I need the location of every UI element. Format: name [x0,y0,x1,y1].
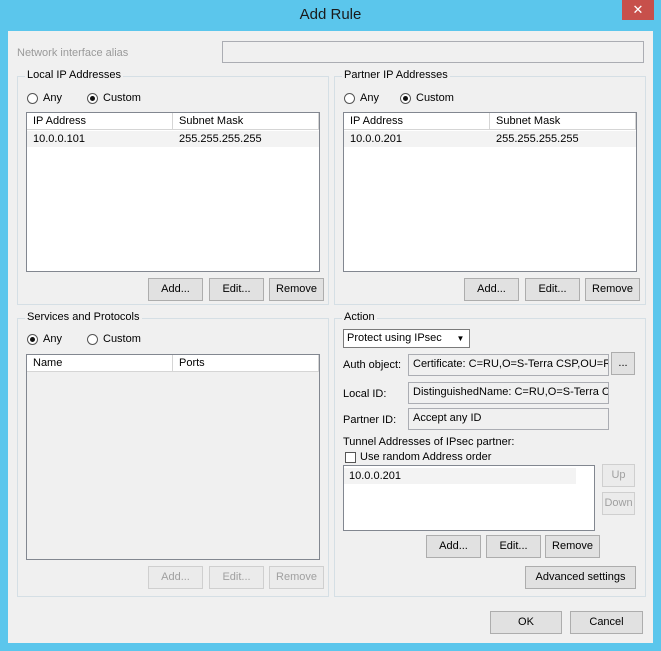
local-add-button[interactable]: Add... [148,278,203,301]
action-mode-value: Protect using IPsec [347,332,442,344]
partner-ip-group-title: Partner IP Addresses [342,69,450,81]
tunnel-remove-button[interactable]: Remove [545,535,600,558]
mask-cell: 255.255.255.255 [496,133,579,145]
local-ip-group-title: Local IP Addresses [25,69,123,81]
column-header-ip[interactable]: IP Address [344,113,490,130]
local-remove-button[interactable]: Remove [269,278,324,301]
tunnel-addresses-label: Tunnel Addresses of IPsec partner: [343,436,515,448]
radio-dot-icon [90,96,95,101]
table-row[interactable]: 10.0.0.101 255.255.255.255 [27,131,319,147]
window-title: Add Rule [299,6,362,23]
tunnel-address-list[interactable]: 10.0.0.201 [343,465,595,531]
partner-id-field[interactable]: Accept any ID [408,408,609,430]
tunnel-edit-button[interactable]: Edit... [486,535,541,558]
auth-object-field[interactable]: Certificate: C=RU,O=S-Terra CSP,OU=R [408,354,609,376]
column-header-ip[interactable]: IP Address [27,113,173,130]
action-group: Action Protect using IPsec ▼ Auth object… [334,311,646,597]
mask-cell: 255.255.255.255 [179,133,262,145]
column-header-mask[interactable]: Subnet Mask [490,113,636,130]
action-group-title: Action [342,311,377,323]
local-any-label[interactable]: Any [43,92,62,104]
services-custom-label[interactable]: Custom [103,333,141,345]
services-custom-radio[interactable] [87,334,98,345]
local-id-label: Local ID: [343,388,387,400]
column-header-name[interactable]: Name [27,355,173,372]
local-custom-radio[interactable] [87,93,98,104]
alias-input[interactable] [222,41,644,63]
partner-any-label[interactable]: Any [360,92,379,104]
local-custom-label[interactable]: Custom [103,92,141,104]
partner-ip-list[interactable]: IP Address Subnet Mask 10.0.0.201 255.25… [343,112,637,272]
title-bar: Add Rule ✕ [0,0,661,30]
alias-label: Network interface alias [17,47,129,59]
radio-dot-icon [403,96,408,101]
radio-dot-icon [30,337,35,342]
column-header-ports[interactable]: Ports [173,355,319,372]
local-any-radio[interactable] [27,93,38,104]
cancel-button[interactable]: Cancel [570,611,643,634]
close-button[interactable]: ✕ [622,0,654,20]
partner-any-radio[interactable] [344,93,355,104]
auth-object-label: Auth object: [343,359,402,371]
partner-custom-radio[interactable] [400,93,411,104]
ip-cell: 10.0.0.101 [33,133,85,145]
dialog-body: Network interface alias Local IP Address… [8,31,653,643]
ip-cell: 10.0.0.201 [350,133,402,145]
services-group-title: Services and Protocols [25,311,142,323]
random-order-checkbox[interactable] [345,452,356,463]
partner-edit-button[interactable]: Edit... [525,278,580,301]
local-id-value: DistinguishedName: C=RU,O=S-Terra CSP [413,386,609,398]
advanced-settings-button[interactable]: Advanced settings [525,566,636,589]
chevron-down-icon: ▼ [456,334,465,343]
list-item[interactable]: 10.0.0.201 [344,468,576,484]
auth-object-value: Certificate: C=RU,O=S-Terra CSP,OU=R [413,358,609,370]
services-add-button[interactable]: Add... [148,566,203,589]
partner-add-button[interactable]: Add... [464,278,519,301]
services-list[interactable]: Name Ports [26,354,320,560]
auth-browse-button[interactable]: ... [611,352,635,375]
ok-button[interactable]: OK [490,611,562,634]
partner-id-value: Accept any ID [413,412,482,424]
services-remove-button[interactable]: Remove [269,566,324,589]
services-group: Services and Protocols Any Custom Name P… [17,311,329,597]
table-row[interactable]: 10.0.0.201 255.255.255.255 [344,131,636,147]
column-header-mask[interactable]: Subnet Mask [173,113,319,130]
tunnel-add-button[interactable]: Add... [426,535,481,558]
local-edit-button[interactable]: Edit... [209,278,264,301]
local-id-field[interactable]: DistinguishedName: C=RU,O=S-Terra CSP [408,382,609,404]
partner-ip-group: Partner IP Addresses Any Custom IP Addre… [334,69,646,305]
services-any-label[interactable]: Any [43,333,62,345]
up-button[interactable]: Up [602,464,635,487]
services-edit-button[interactable]: Edit... [209,566,264,589]
services-any-radio[interactable] [27,334,38,345]
action-mode-select[interactable]: Protect using IPsec ▼ [343,329,470,348]
down-button[interactable]: Down [602,492,635,515]
local-ip-list[interactable]: IP Address Subnet Mask 10.0.0.101 255.25… [26,112,320,272]
partner-remove-button[interactable]: Remove [585,278,640,301]
tunnel-address-value: 10.0.0.201 [349,470,401,482]
partner-id-label: Partner ID: [343,414,397,426]
local-ip-group: Local IP Addresses Any Custom IP Address… [17,69,329,305]
random-order-label[interactable]: Use random Address order [360,451,491,463]
partner-custom-label[interactable]: Custom [416,92,454,104]
